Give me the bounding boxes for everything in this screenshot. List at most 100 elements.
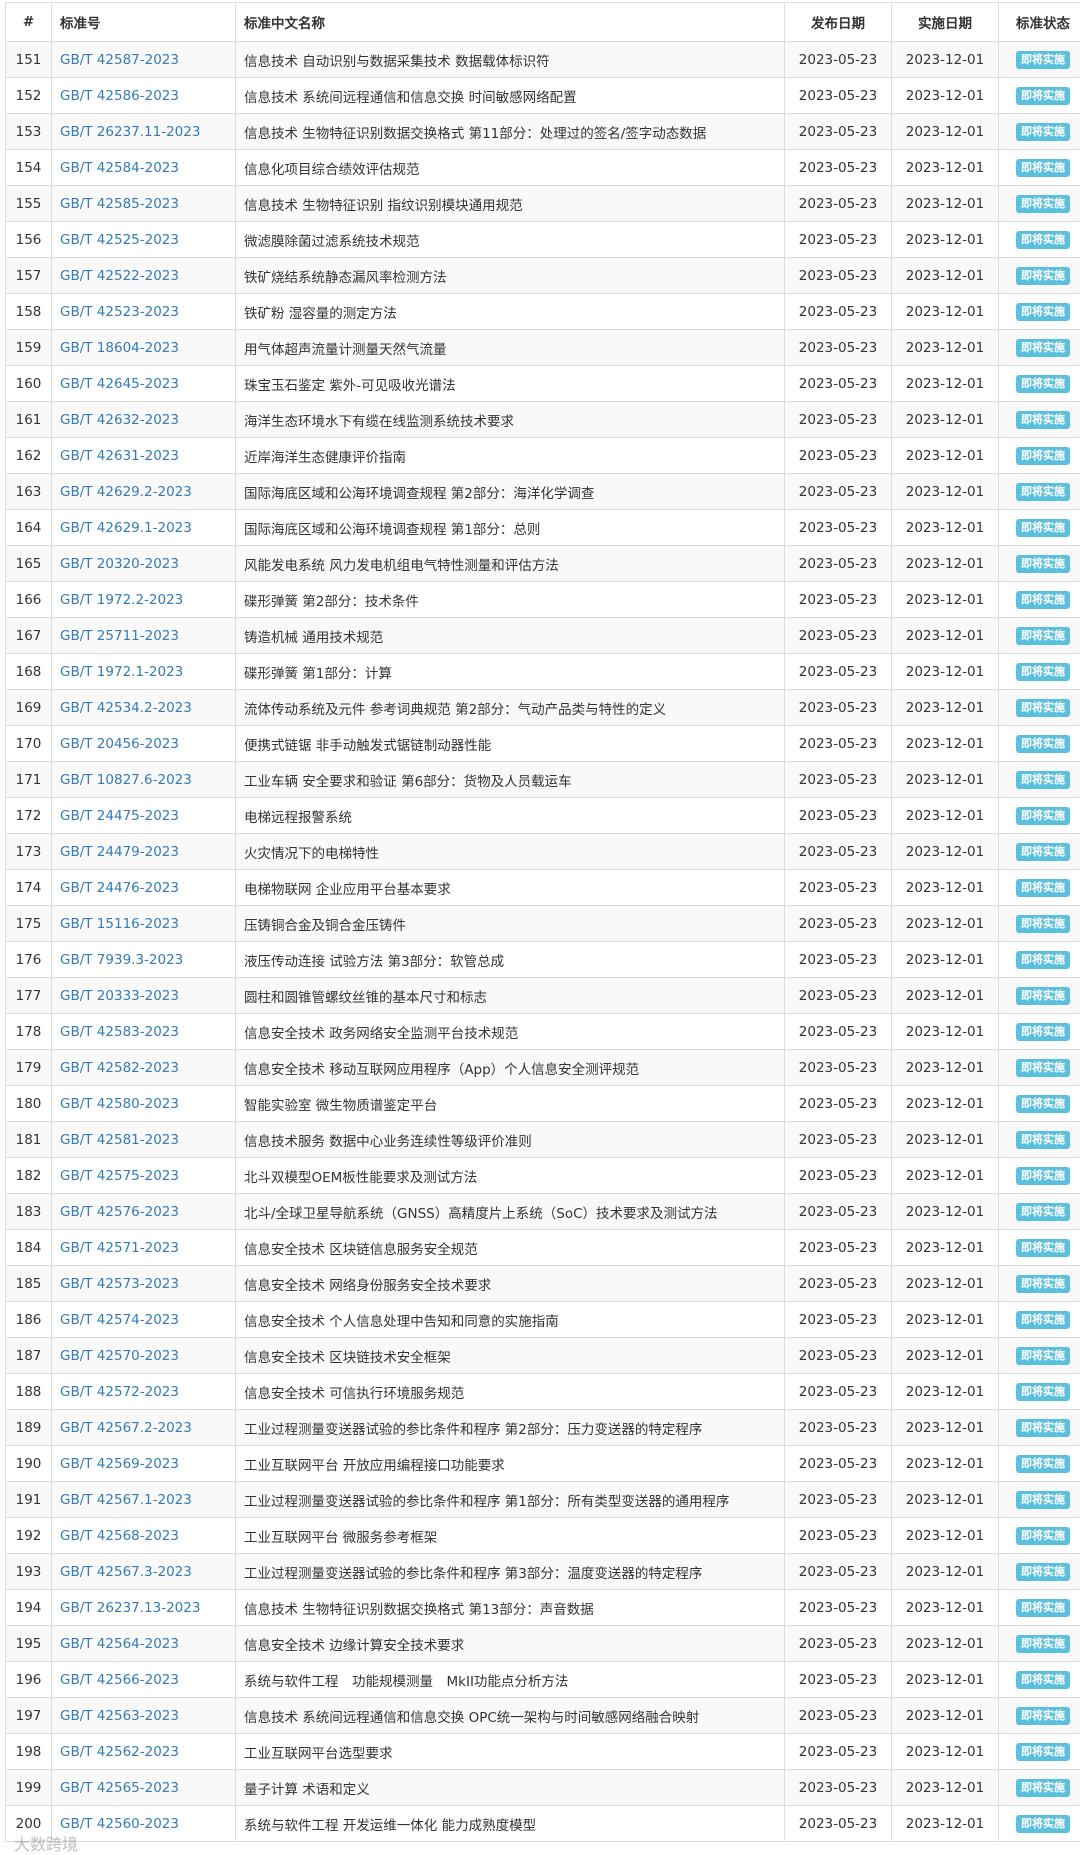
publish-date-cell: 2023-05-23 — [785, 942, 892, 978]
publish-date: 2023-05-23 — [799, 1744, 877, 1760]
standard-code-link-cell: GB/T 42584-2023 — [52, 150, 236, 186]
status-badge-cell: 即将实施 — [999, 1266, 1080, 1302]
table-row: 180GB/T 42580-2023智能实验室 微生物质谱鉴定平台2023-05… — [6, 1086, 1080, 1122]
publish-date-cell: 2023-05-23 — [785, 294, 892, 330]
standard-code-link[interactable]: GB/T 42567.3-2023 — [60, 1564, 192, 1580]
row-number-cell: 193 — [6, 1554, 52, 1590]
standard-name: 信息安全技术 可信执行环境服务规范 — [244, 1386, 464, 1402]
standard-code-link[interactable]: GB/T 42575-2023 — [60, 1168, 179, 1184]
status-badge-cell: 即将实施 — [999, 798, 1080, 834]
standard-code-link[interactable]: GB/T 1972.2-2023 — [60, 592, 183, 608]
standard-code-link[interactable]: GB/T 42632-2023 — [60, 412, 179, 428]
standard-code-link[interactable]: GB/T 42534.2-2023 — [60, 700, 192, 716]
standard-code-link[interactable]: GB/T 42560-2023 — [60, 1816, 179, 1832]
standard-code-link[interactable]: GB/T 42573-2023 — [60, 1276, 179, 1292]
standard-code-link-cell: GB/T 42631-2023 — [52, 438, 236, 474]
standard-name-cell: 信息安全技术 区块链信息服务安全规范 — [236, 1230, 785, 1266]
standard-name-cell: 工业车辆 安全要求和验证 第6部分：货物及人员载运车 — [236, 762, 785, 798]
standard-code-link[interactable]: GB/T 42572-2023 — [60, 1384, 179, 1400]
standard-code-link[interactable]: GB/T 42522-2023 — [60, 268, 179, 284]
table-row: 179GB/T 42582-2023信息安全技术 移动互联网应用程序（App）个… — [6, 1050, 1080, 1086]
table-row: 175GB/T 15116-2023压铸铜合金及铜合金压铸件2023-05-23… — [6, 906, 1080, 942]
implement-date: 2023-12-01 — [906, 1348, 984, 1364]
standard-code-link[interactable]: GB/T 42567.1-2023 — [60, 1492, 192, 1508]
standard-code-link[interactable]: GB/T 42631-2023 — [60, 448, 179, 464]
standard-code-link[interactable]: GB/T 42564-2023 — [60, 1636, 179, 1652]
standard-code-link[interactable]: GB/T 42571-2023 — [60, 1240, 179, 1256]
standard-code-link[interactable]: GB/T 1972.1-2023 — [60, 664, 183, 680]
standard-code-link[interactable]: GB/T 42565-2023 — [60, 1780, 179, 1796]
standard-code-link[interactable]: GB/T 42584-2023 — [60, 160, 179, 176]
standard-code-link[interactable]: GB/T 42583-2023 — [60, 1024, 179, 1040]
standard-code-link[interactable]: GB/T 42569-2023 — [60, 1456, 179, 1472]
status-badge: 即将实施 — [1016, 1347, 1070, 1365]
publish-date: 2023-05-23 — [799, 412, 877, 428]
standard-code-link[interactable]: GB/T 42629.2-2023 — [60, 484, 192, 500]
standard-code-link[interactable]: GB/T 10827.6-2023 — [60, 772, 192, 788]
standard-code-link[interactable]: GB/T 26237.13-2023 — [60, 1600, 200, 1616]
standard-code-link[interactable]: GB/T 24475-2023 — [60, 808, 179, 824]
publish-date: 2023-05-23 — [799, 1564, 877, 1580]
standard-code-link-cell: GB/T 24476-2023 — [52, 870, 236, 906]
standard-code-link[interactable]: GB/T 7939.3-2023 — [60, 952, 183, 968]
implement-date-cell: 2023-12-01 — [892, 690, 999, 726]
standard-code-link[interactable]: GB/T 20320-2023 — [60, 556, 179, 572]
standard-code-link[interactable]: GB/T 18604-2023 — [60, 340, 179, 356]
standard-code-link[interactable]: GB/T 42576-2023 — [60, 1204, 179, 1220]
row-number: 175 — [16, 916, 42, 932]
standard-code-link-cell: GB/T 42560-2023 — [52, 1806, 236, 1842]
implement-date: 2023-12-01 — [906, 340, 984, 356]
standard-code-link[interactable]: GB/T 42580-2023 — [60, 1096, 179, 1112]
standard-code-link[interactable]: GB/T 42581-2023 — [60, 1132, 179, 1148]
table-row: 197GB/T 42563-2023信息技术 系统间远程通信和信息交换 OPC统… — [6, 1698, 1080, 1734]
publish-date: 2023-05-23 — [799, 484, 877, 500]
standard-code-link[interactable]: GB/T 20333-2023 — [60, 988, 179, 1004]
standard-code-link[interactable]: GB/T 26237.11-2023 — [60, 124, 200, 140]
standard-name: 碟形弹簧 第2部分：技术条件 — [244, 594, 419, 610]
implement-date-cell: 2023-12-01 — [892, 1158, 999, 1194]
standard-code-link[interactable]: GB/T 42645-2023 — [60, 376, 179, 392]
standard-code-link[interactable]: GB/T 42568-2023 — [60, 1528, 179, 1544]
standard-code-link[interactable]: GB/T 42562-2023 — [60, 1744, 179, 1760]
table-row: 178GB/T 42583-2023信息安全技术 政务网络安全监测平台技术规范2… — [6, 1014, 1080, 1050]
standard-code-link[interactable]: GB/T 42567.2-2023 — [60, 1420, 192, 1436]
table-row: 187GB/T 42570-2023信息安全技术 区块链技术安全框架2023-0… — [6, 1338, 1080, 1374]
standard-code-link[interactable]: GB/T 42574-2023 — [60, 1312, 179, 1328]
standard-code-link[interactable]: GB/T 42586-2023 — [60, 88, 179, 104]
implement-date-cell: 2023-12-01 — [892, 114, 999, 150]
standard-name: 液压传动连接 试验方法 第3部分：软管总成 — [244, 954, 504, 970]
row-number: 153 — [16, 124, 42, 140]
row-number-cell: 191 — [6, 1482, 52, 1518]
standard-name-cell: 信息技术 生物特征识别 指纹识别模块通用规范 — [236, 186, 785, 222]
standard-code-link[interactable]: GB/T 42525-2023 — [60, 232, 179, 248]
implement-date-cell: 2023-12-01 — [892, 1266, 999, 1302]
row-number: 159 — [16, 340, 42, 356]
standard-code-link[interactable]: GB/T 42566-2023 — [60, 1672, 179, 1688]
standard-code-link[interactable]: GB/T 42585-2023 — [60, 196, 179, 212]
standard-code-link-cell: GB/T 42568-2023 — [52, 1518, 236, 1554]
standard-code-link[interactable]: GB/T 25711-2023 — [60, 628, 179, 644]
standard-code-link[interactable]: GB/T 42523-2023 — [60, 304, 179, 320]
standard-name: 工业互联网平台 开放应用编程接口功能要求 — [244, 1458, 505, 1474]
status-badge-cell: 即将实施 — [999, 1050, 1080, 1086]
standard-code-link[interactable]: GB/T 24476-2023 — [60, 880, 179, 896]
standard-code-link[interactable]: GB/T 42570-2023 — [60, 1348, 179, 1364]
publish-date-cell: 2023-05-23 — [785, 1050, 892, 1086]
publish-date-cell: 2023-05-23 — [785, 438, 892, 474]
standard-code-link[interactable]: GB/T 24479-2023 — [60, 844, 179, 860]
standard-code-link[interactable]: GB/T 42629.1-2023 — [60, 520, 192, 536]
standard-name: 系统与软件工程 功能规模测量 MkII功能点分析方法 — [244, 1674, 568, 1690]
standard-code-link[interactable]: GB/T 42587-2023 — [60, 52, 179, 68]
standard-code-link-cell: GB/T 42534.2-2023 — [52, 690, 236, 726]
standard-code-link[interactable]: GB/T 15116-2023 — [60, 916, 179, 932]
standard-code-link[interactable]: GB/T 20456-2023 — [60, 736, 179, 752]
row-number-cell: 173 — [6, 834, 52, 870]
standard-code-link[interactable]: GB/T 42563-2023 — [60, 1708, 179, 1724]
standard-name: 信息技术服务 数据中心业务连续性等级评价准则 — [244, 1134, 532, 1150]
standard-code-link[interactable]: GB/T 42582-2023 — [60, 1060, 179, 1076]
publish-date: 2023-05-23 — [799, 1384, 877, 1400]
status-badge-cell: 即将实施 — [999, 1338, 1080, 1374]
table-row: 153GB/T 26237.11-2023信息技术 生物特征识别数据交换格式 第… — [6, 114, 1080, 150]
publish-date: 2023-05-23 — [799, 1780, 877, 1796]
implement-date-cell: 2023-12-01 — [892, 1770, 999, 1806]
